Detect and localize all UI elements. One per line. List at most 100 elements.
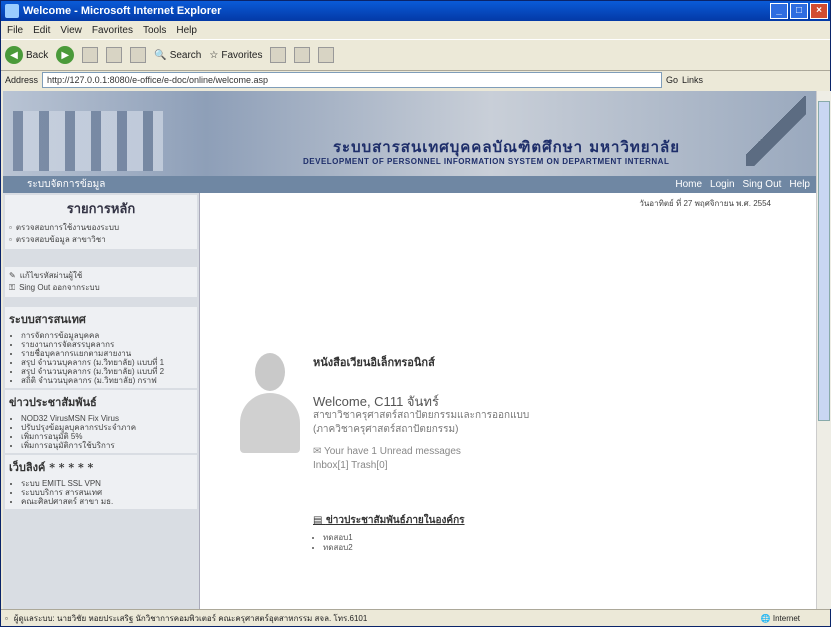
refresh-button[interactable] xyxy=(106,47,123,63)
list-item[interactable]: เพิ่มการอนุมัติการใช้บริการ xyxy=(21,441,193,450)
print-button[interactable] xyxy=(318,47,335,63)
list-item[interactable]: ทดสอบ2 xyxy=(323,543,353,553)
close-button[interactable]: × xyxy=(810,3,828,19)
browser-window: Welcome - Microsoft Internet Explorer _ … xyxy=(0,0,831,627)
site-banner: ระบบสารสนเทศบุคคลบัณฑิตศึกษา มหาวิทยาลัย… xyxy=(3,91,816,176)
sidebar-item-check-usage[interactable]: ▫ ตรวจสอบการใช้งานของระบบ xyxy=(9,222,193,234)
menu-favorites[interactable]: Favorites xyxy=(92,25,133,36)
main-menu-section: รายการหลัก ▫ ตรวจสอบการใช้งานของระบบ ▫ ตรว… xyxy=(5,195,197,249)
nav-home-link[interactable]: Home xyxy=(675,179,702,190)
mail-button[interactable] xyxy=(294,47,311,63)
avatar xyxy=(240,353,300,453)
list-item[interactable]: การจัดการข้อมูลบุคคล xyxy=(21,331,193,340)
main-menu-title: รายการหลัก xyxy=(66,202,136,217)
links-label[interactable]: Links xyxy=(682,75,703,85)
address-input[interactable]: http://127.0.0.1:8080/e-office/e-doc/onl… xyxy=(42,72,663,88)
banner-title-english: DEVELOPMENT OF PERSONNEL INFORMATION SYS… xyxy=(303,157,670,166)
nav-login-link[interactable]: Login xyxy=(710,179,734,190)
list-item[interactable]: รายงานการจัดสรรบุคลากร xyxy=(21,340,193,349)
status-text: ผู้ดูแลระบบ: นายวิชัย หอยประเสริฐ นักวิช… xyxy=(13,613,368,623)
list-item[interactable]: ทดสอบ1 xyxy=(323,533,353,543)
menu-file[interactable]: File xyxy=(7,25,23,36)
announcements-heading-label: ข่าวประชาสัมพันธ์ภายในองค์กร xyxy=(325,515,465,526)
main-content: วันอาทิตย์ ที่ 27 พฤศจิกายน พ.ศ. 2554 หน… xyxy=(200,193,816,609)
forward-button[interactable]: ▶ xyxy=(56,46,75,64)
home-button[interactable] xyxy=(130,47,147,63)
title-bar: Welcome - Microsoft Internet Explorer _ … xyxy=(1,1,830,21)
list-item[interactable]: NOD32 VirusMSN Fix Virus xyxy=(21,414,193,423)
nav-help-link[interactable]: Help xyxy=(789,179,810,190)
list-item[interactable]: ปรับปรุงข้อมูลบุคลากรประจำภาค xyxy=(21,423,193,432)
menu-view[interactable]: View xyxy=(60,25,82,36)
nav-left-label[interactable]: ระบบจัดการข้อมูล xyxy=(27,177,105,192)
star-icon: ☆ xyxy=(209,49,219,61)
scrollbar-thumb[interactable] xyxy=(818,101,830,421)
tools-section: ✎ แก้ไขรหัสผ่านผู้ใช้ ⚿ Sing Out ออกจากระบ… xyxy=(5,267,197,297)
sidebar-item-label: แก้ไขรหัสผ่านผู้ใช้ xyxy=(19,271,83,280)
announcements-list: ทดสอบ1 ทดสอบ2 xyxy=(313,533,353,553)
sidebar-item-change-password[interactable]: ✎ แก้ไขรหัสผ่านผู้ใช้ xyxy=(9,270,193,282)
menu-edit[interactable]: Edit xyxy=(33,25,50,36)
window-title: Welcome - Microsoft Internet Explorer xyxy=(23,5,222,17)
minimize-button[interactable]: _ xyxy=(770,3,788,19)
sidebar-item-check-data[interactable]: ▫ ตรวจสอบข้อมูล สาขาวิชา xyxy=(9,234,193,246)
toolbar: ◀ Back ▶ 🔍 Search ☆ Favorites xyxy=(1,39,830,71)
menu-help[interactable]: Help xyxy=(176,25,197,36)
envelope-icon: ✉ xyxy=(313,446,324,457)
maximize-button[interactable]: □ xyxy=(790,3,808,19)
news-icon: ▤ xyxy=(313,515,326,526)
news-section: ข่าวประชาสัมพันธ์ NOD32 VirusMSN Fix Vir… xyxy=(5,390,197,453)
nav-signout-link[interactable]: Sing Out xyxy=(743,179,782,190)
pencil-icon: ✎ xyxy=(9,271,16,280)
list-item[interactable]: รายชื่อบุคลากรแยกตามสายงาน xyxy=(21,349,193,358)
sidebar-item-label: ตรวจสอบการใช้งานของระบบ xyxy=(15,223,120,232)
news-title: ข่าวประชาสัมพันธ์ xyxy=(9,396,97,409)
list-item[interactable]: สรุป จำนวนบุคลากร (ม.วิทยาลัย) แบบที่ 1 xyxy=(21,358,193,367)
go-button[interactable]: Go xyxy=(666,75,678,85)
menu-bar: File Edit View Favorites Tools Help xyxy=(1,21,830,39)
doc-icon: ▫ xyxy=(9,235,12,244)
messages-block: ✉ Your have 1 Unread messages Inbox[1] T… xyxy=(313,445,461,473)
list-item[interactable]: สรุป จำนวนบุคลากร (ม.วิทยาลัย) แบบที่ 2 xyxy=(21,367,193,376)
search-label: Search xyxy=(169,49,202,61)
page-icon: ▫ xyxy=(5,613,8,623)
system-title: ระบบสารสนเทศ xyxy=(9,313,86,326)
key-icon: ⚿ xyxy=(9,283,16,292)
status-bar: ▫ ผู้ดูแลระบบ: นายวิชัย หอยประเสริฐ นักว… xyxy=(1,609,830,626)
sidebar-item-label: ตรวจสอบข้อมูล สาขาวิชา xyxy=(15,235,106,244)
search-button[interactable]: 🔍 Search xyxy=(154,50,201,61)
department-text: สาขาวิชาครุศาสตร์สถาปัตยกรรมและการออกแบบ… xyxy=(313,410,530,435)
menu-tools[interactable]: Tools xyxy=(143,25,166,36)
search-icon: 🔍 xyxy=(154,49,167,61)
avatar-head xyxy=(255,353,285,391)
sidebar-item-label: Sing Out ออกจากระบบ xyxy=(19,283,100,292)
announcements-heading[interactable]: ▤ ข่าวประชาสัมพันธ์ภายในองค์กร xyxy=(313,513,465,528)
unread-messages-link[interactable]: Your have 1 Unread messages xyxy=(324,446,461,457)
history-button[interactable] xyxy=(270,47,287,63)
list-item[interactable]: ระบบ EMITL SSL VPN xyxy=(21,479,193,488)
favorites-label: Favorites xyxy=(221,49,263,61)
globe-icon: 🌐 xyxy=(760,613,773,623)
mailbox-links[interactable]: Inbox[1] Trash[0] xyxy=(313,459,461,473)
list-item[interactable]: เพิ่มการอนุมัติ 5% xyxy=(21,432,193,441)
avatar-body xyxy=(240,393,300,453)
list-item[interactable]: ระบบบริการ สารสนเทศ xyxy=(21,488,193,497)
sidebar: รายการหลัก ▫ ตรวจสอบการใช้งานของระบบ ▫ ตรว… xyxy=(3,193,200,609)
favorites-button[interactable]: ☆ Favorites xyxy=(209,50,262,61)
back-button[interactable]: ◀ Back xyxy=(5,46,48,64)
zone-label: Internet xyxy=(772,613,800,623)
list-item[interactable]: คณะศิลปศาสตร์ สาขา มธ. xyxy=(21,497,193,506)
address-bar: Address http://127.0.0.1:8080/e-office/e… xyxy=(1,70,830,90)
nav-bar: ระบบจัดการข้อมูล Home Login Sing Out Hel… xyxy=(3,176,816,193)
ie-icon xyxy=(5,4,19,18)
system-section: ระบบสารสนเทศ การจัดการข้อมูลบุคคล รายงาน… xyxy=(5,307,197,388)
links-title: เว็บลิงค์ * * * * * xyxy=(9,461,94,474)
list-item[interactable]: สถิติ จำนวนบุคลากร (ม.วิทยาลัย) กราฟ xyxy=(21,376,193,385)
banner-title-thai: ระบบสารสนเทศบุคคลบัณฑิตศึกษา มหาวิทยาลัย xyxy=(333,138,680,156)
back-label: Back xyxy=(26,49,49,61)
internet-zone-label: 🌐 Internet xyxy=(761,614,800,623)
stop-button[interactable] xyxy=(82,47,99,63)
roof-graphic xyxy=(746,96,806,166)
vertical-scrollbar[interactable] xyxy=(816,91,831,609)
sidebar-item-signout[interactable]: ⚿ Sing Out ออกจากระบบ xyxy=(9,282,193,294)
